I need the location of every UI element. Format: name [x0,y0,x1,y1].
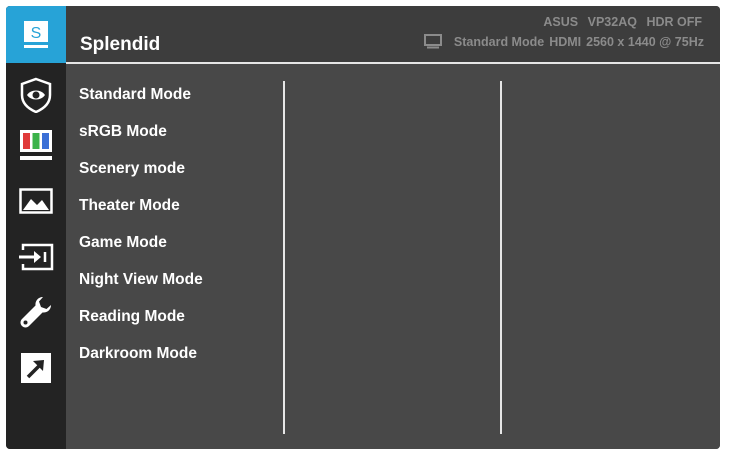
hdr-status: HDR OFF [646,15,702,29]
color-bars-icon [20,130,52,160]
input-select-icon [19,243,54,271]
menu-item-srgb-mode[interactable]: sRGB Mode [79,123,203,160]
osd-window: S Splendid ASUS VP32AQ HDR OFF Standard … [6,6,720,449]
monitor-icon [423,34,442,49]
splendid-icon-letter: S [31,25,42,42]
splendid-mode-list: Standard Mode sRGB Mode Scenery mode The… [79,86,203,382]
menu-item-night-view-mode[interactable]: Night View Mode [79,271,203,308]
menu-item-standard-mode[interactable]: Standard Mode [79,86,203,123]
sidebar: S [6,6,66,449]
menu-item-reading-mode[interactable]: Reading Mode [79,308,203,345]
eye-care-icon [20,77,52,113]
sidebar-item-system-setup[interactable] [6,292,66,332]
sidebar-item-image[interactable] [6,181,66,221]
model-label: VP32AQ [587,15,637,29]
resolution: 2560 x 1440 @ 75Hz [586,34,704,49]
signal-info: Standard Mode HDMI 2560 x 1440 @ 75Hz [423,34,704,49]
menu-item-theater-mode[interactable]: Theater Mode [79,197,203,234]
splendid-icon: S [24,20,48,48]
wrench-icon [20,297,51,328]
brand-label: ASUS [543,15,579,29]
sidebar-item-blue-light[interactable] [6,75,66,115]
input-source: HDMI [549,34,582,49]
menu-item-darkroom-mode[interactable]: Darkroom Mode [79,345,203,382]
model-info: ASUS VP32AQ HDR OFF [537,15,702,29]
current-mode: Standard Mode [453,34,545,49]
column-divider-2 [500,81,502,434]
page-title: Splendid [80,34,161,55]
menu-item-game-mode[interactable]: Game Mode [79,234,203,271]
header: Splendid ASUS VP32AQ HDR OFF Standard Mo… [66,6,720,63]
image-icon [19,188,53,214]
column-divider-1 [283,81,285,434]
menu-item-scenery-mode[interactable]: Scenery mode [79,160,203,197]
main-panel: Standard Mode sRGB Mode Scenery mode The… [66,64,720,449]
sidebar-item-splendid[interactable]: S [6,6,66,63]
sidebar-item-shortcut[interactable] [6,348,66,388]
sidebar-item-input-select[interactable] [6,237,66,277]
shortcut-icon [21,353,51,383]
sidebar-item-color[interactable] [6,125,66,165]
